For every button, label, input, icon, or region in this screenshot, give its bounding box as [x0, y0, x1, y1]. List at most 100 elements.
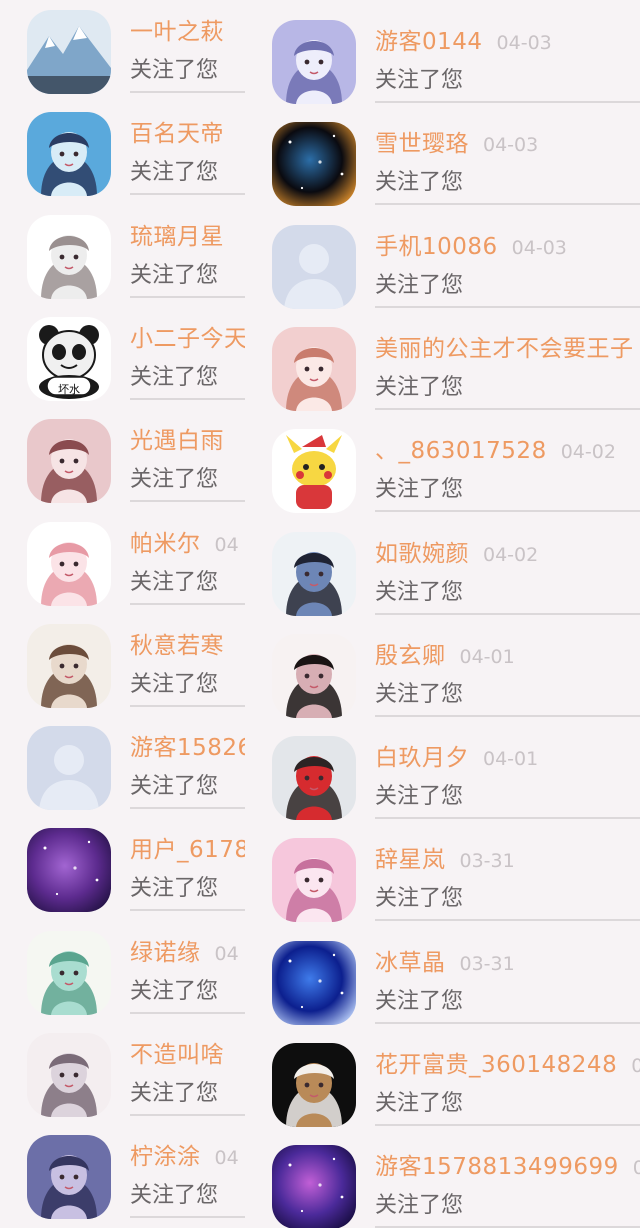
- right-column: 游客0144 04-03 关注了您 雪世璎珞 04-03 关注了您 手机10086 04-…: [245, 0, 640, 1228]
- user-name[interactable]: 白玖月夕: [375, 745, 469, 771]
- follow-notification-item[interactable]: 光遇白雨 关注了您: [0, 409, 245, 511]
- user-name-line: 秋意若寒: [130, 626, 224, 660]
- follow-action-text: 关注了您: [130, 58, 219, 83]
- princess-avatar[interactable]: [272, 326, 356, 411]
- follow-notification-item[interactable]: 秋意若寒 关注了您: [0, 614, 245, 716]
- silver-hair-girl-avatar[interactable]: [272, 20, 356, 104]
- follow-notification-item[interactable]: 柠涂涂 04 关注了您: [0, 1125, 245, 1227]
- follow-action-text: 关注了您: [130, 569, 219, 595]
- follow-action-text: 关注了您: [130, 1183, 219, 1209]
- row-divider: [375, 919, 640, 922]
- row-divider: [130, 807, 245, 810]
- user-name[interactable]: 雪世璎珞: [375, 131, 469, 157]
- follow-notification-item[interactable]: 手机10086 04-03 关注了您: [245, 215, 640, 317]
- follow-notification-item[interactable]: 一叶之萩 关注了您: [0, 0, 245, 102]
- chibi-girl-avatar[interactable]: [27, 1033, 111, 1117]
- follow-date: 04: [214, 533, 239, 556]
- snowy-mountain-avatar[interactable]: [27, 10, 111, 94]
- follow-notification-list: 一叶之萩 关注了您 百名天帝 关注了您 琉璃月星 关注了您 坏水 小二子今天 关注了您: [0, 0, 640, 1228]
- burning-earth-avatar[interactable]: [272, 122, 356, 207]
- lavender-girl-avatar[interactable]: [27, 1135, 111, 1220]
- row-divider: [375, 612, 640, 615]
- user-name[interactable]: 用户_6178: [130, 837, 245, 863]
- user-name[interactable]: 琉璃月星: [130, 224, 224, 250]
- follow-notification-item[interactable]: 雪世璎珞 04-03 关注了您: [245, 112, 640, 214]
- follow-date: 04: [214, 942, 239, 965]
- default-person-avatar[interactable]: [27, 726, 111, 811]
- user-name[interactable]: 帕米尔: [130, 531, 201, 557]
- pikachu-avatar[interactable]: [272, 429, 356, 514]
- purple-galaxy-avatar[interactable]: [27, 828, 111, 913]
- user-name[interactable]: 花开富贵_360148248: [375, 1052, 617, 1078]
- follow-notification-item[interactable]: 辞星岚 03-31 关注了您: [245, 828, 640, 930]
- sketch-girl-avatar[interactable]: [27, 214, 111, 299]
- user-name[interactable]: 百名天帝: [130, 121, 224, 147]
- red-dress-girl-avatar[interactable]: [272, 736, 356, 821]
- avatar-badge-text: 坏水: [58, 382, 80, 396]
- user-name-line: 光遇白雨: [130, 421, 224, 455]
- user-name[interactable]: 辞星岚: [375, 847, 446, 873]
- user-name[interactable]: 美丽的公主才不会要王子: [375, 336, 634, 362]
- user-name[interactable]: 小二子今天: [130, 326, 245, 352]
- user-name[interactable]: 冰草晶: [375, 950, 446, 976]
- ancient-couple-avatar[interactable]: [272, 531, 356, 616]
- user-name[interactable]: 秋意若寒: [130, 633, 224, 659]
- default-person-avatar[interactable]: [272, 224, 356, 309]
- row-divider: [130, 909, 245, 912]
- pink-hair-girl-avatar[interactable]: [272, 838, 356, 923]
- user-name[interactable]: 游客0144: [375, 29, 483, 55]
- user-name-line: 手机10086 04-03: [375, 227, 567, 261]
- follow-action-text: 关注了您: [375, 886, 464, 912]
- follow-notification-item[interactable]: 花开富贵_360148248 0 关注了您: [245, 1033, 640, 1135]
- user-name[interactable]: 一叶之萩: [130, 19, 224, 45]
- purple-galaxy-avatar[interactable]: [272, 1145, 356, 1228]
- blue-flowers-avatar[interactable]: [272, 940, 356, 1025]
- follow-notification-item[interactable]: 游客1578813499699 03 关注了您: [245, 1135, 640, 1228]
- follow-notification-item[interactable]: 冰草晶 03-31 关注了您: [245, 931, 640, 1033]
- follow-notification-item[interactable]: 琉璃月星 关注了您: [0, 205, 245, 307]
- follow-notification-item[interactable]: 游客15826 关注了您: [0, 716, 245, 818]
- follow-action-text: 关注了您: [130, 160, 219, 186]
- user-name[interactable]: 柠涂涂: [130, 1144, 201, 1170]
- follow-notification-item[interactable]: 帕米尔 04 关注了您: [0, 512, 245, 614]
- follow-notification-item[interactable]: 不造叫啥 关注了您: [0, 1023, 245, 1125]
- follow-notification-item[interactable]: 用户_6178 关注了您: [0, 818, 245, 920]
- user-name[interactable]: 游客15826: [130, 735, 245, 761]
- user-name[interactable]: 如歌婉颜: [375, 541, 469, 567]
- user-name[interactable]: 不造叫啥: [130, 1042, 224, 1068]
- follow-notification-item[interactable]: 百名天帝 关注了您: [0, 102, 245, 204]
- straw-hat-girl-avatar[interactable]: [272, 1043, 356, 1127]
- row-divider: [130, 397, 245, 400]
- row-divider: [130, 295, 245, 298]
- floral-girl-avatar[interactable]: [27, 419, 111, 504]
- pink-doodle-avatar[interactable]: [27, 521, 111, 606]
- user-name[interactable]: 绿诺缘: [130, 940, 201, 966]
- brown-hair-girl-avatar[interactable]: [27, 623, 111, 708]
- follow-notification-item[interactable]: 白玖月夕 04-01 关注了您: [245, 726, 640, 828]
- dark-dress-girl-avatar[interactable]: [272, 633, 356, 718]
- user-name[interactable]: 殷玄卿: [375, 643, 446, 669]
- user-name-line: 如歌婉颜 04-02: [375, 534, 538, 568]
- anime-boy-blue-avatar[interactable]: [27, 112, 111, 197]
- follow-notification-item[interactable]: 殷玄卿 04-01 关注了您: [245, 624, 640, 726]
- row-divider: [375, 101, 640, 103]
- follow-notification-item[interactable]: 美丽的公主才不会要王子 关注了您: [245, 317, 640, 419]
- user-name[interactable]: 手机10086: [375, 234, 498, 260]
- follow-notification-item[interactable]: 、_863017528 04-02 关注了您: [245, 419, 640, 521]
- follow-notification-item[interactable]: 坏水 小二子今天 关注了您: [0, 307, 245, 409]
- user-name-line: 白玖月夕 04-01: [375, 738, 538, 772]
- follow-notification-item[interactable]: 游客0144 04-03 关注了您: [245, 10, 640, 112]
- user-name[interactable]: 、_863017528: [375, 438, 547, 464]
- row-divider: [375, 817, 640, 820]
- follow-notification-item[interactable]: 绿诺缘 04 关注了您: [0, 921, 245, 1023]
- follow-notification-item[interactable]: 如歌婉颜 04-02 关注了您: [245, 522, 640, 624]
- user-name-line: 一叶之萩: [130, 12, 224, 46]
- user-name[interactable]: 游客1578813499699: [375, 1154, 619, 1180]
- user-name[interactable]: 光遇白雨: [130, 428, 224, 454]
- row-divider: [375, 1124, 640, 1126]
- green-hair-girl-avatar[interactable]: [27, 930, 111, 1015]
- follow-date: 04-03: [496, 32, 552, 54]
- row-divider: [375, 407, 640, 410]
- panda-meme-avatar[interactable]: 坏水: [27, 316, 111, 401]
- follow-date: 04-02: [560, 441, 616, 464]
